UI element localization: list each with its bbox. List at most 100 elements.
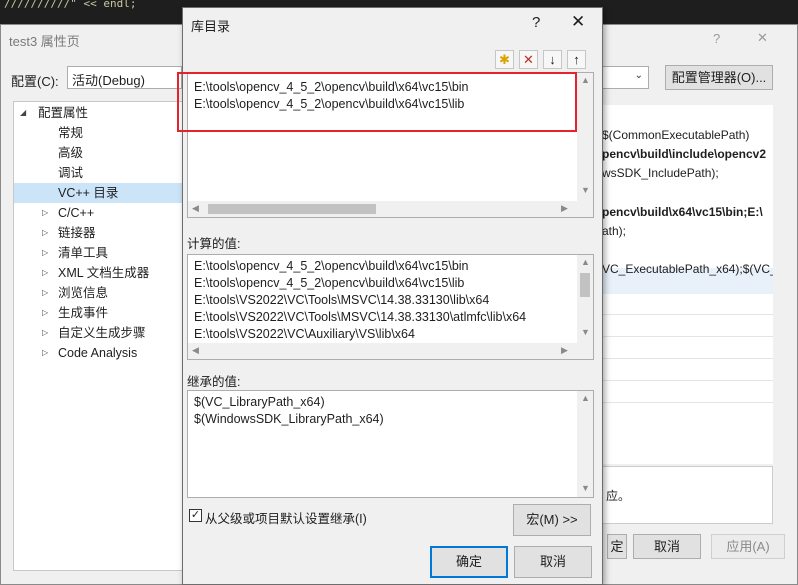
macro-button[interactable]: 宏(M) >>: [513, 504, 591, 536]
expand-arrow-icon[interactable]: ▷: [42, 343, 48, 363]
cancel-button[interactable]: 取消: [633, 534, 701, 559]
tree-item-label: 调试: [58, 166, 84, 180]
tree-item[interactable]: ▷ Code Analysis: [14, 343, 182, 363]
tree-item-label: Code Analysis: [58, 346, 138, 360]
delete-button[interactable]: ✕: [519, 50, 538, 69]
expand-arrow-icon[interactable]: ▷: [42, 323, 48, 343]
ok-button[interactable]: 确定: [430, 546, 508, 578]
highlight-box: [177, 72, 577, 132]
description-text: 应。: [606, 489, 631, 503]
config-manager-button[interactable]: 配置管理器(O)...: [665, 65, 773, 90]
vertical-scrollbar[interactable]: ▲ ▼: [577, 73, 593, 201]
inherited-line: $(WindowsSDK_LibraryPath_x64): [194, 412, 384, 426]
property-grid-empty-rows: [601, 310, 773, 464]
new-line-icon: ✱: [499, 52, 510, 67]
inherited-values-box[interactable]: $(VC_LibraryPath_x64) $(WindowsSDK_Libra…: [187, 390, 594, 498]
config-select[interactable]: 活动(Debug): [67, 66, 182, 89]
help-button[interactable]: ?: [532, 14, 540, 31]
tree-item-label: C/C++: [58, 206, 95, 220]
row-divider: [601, 402, 773, 403]
horizontal-scrollbar[interactable]: ◀ ▶: [188, 343, 593, 359]
close-button[interactable]: ✕: [757, 30, 768, 46]
tree-item-label: 高级: [58, 146, 84, 160]
tree-item[interactable]: ▷ 生成事件: [14, 303, 182, 323]
arrow-up-icon: ↑: [573, 52, 580, 67]
help-button[interactable]: ?: [713, 31, 720, 46]
code-line: //////////" << endl;: [4, 0, 137, 10]
scroll-thumb[interactable]: [208, 204, 376, 214]
tree-item-label: 链接器: [58, 226, 96, 240]
scroll-up-icon[interactable]: ▲: [581, 257, 590, 267]
computed-line: E:\tools\opencv_4_5_2\opencv\build\x64\v…: [194, 259, 469, 273]
config-label: 配置(C):: [11, 74, 59, 89]
property-grid: $(CommonExecutablePath) pencv\build\incl…: [601, 105, 773, 310]
scroll-down-icon[interactable]: ▼: [581, 185, 590, 195]
tree-item[interactable]: ▷ XML 文档生成器: [14, 263, 182, 283]
library-directories-dialog: 库目录 ? ✕ ✱ ✕ ↓ ↑ E:\tools\opencv_4_5_2\op…: [177, 7, 603, 585]
scroll-right-icon[interactable]: ▶: [561, 345, 568, 356]
tree-item-label: 清单工具: [58, 246, 109, 260]
cancel-button[interactable]: 取消: [514, 546, 592, 578]
grid-value[interactable]: pencv\build\x64\vc15\bin;E:\: [602, 205, 763, 219]
move-up-button[interactable]: ↑: [567, 50, 586, 69]
platform-select[interactable]: ⌄: [601, 66, 649, 89]
tree-item[interactable]: ▷ 自定义生成步骤: [14, 323, 182, 343]
vertical-scrollbar[interactable]: ▲ ▼: [577, 255, 593, 343]
tree-item[interactable]: 调试: [14, 163, 182, 183]
expand-arrow-icon[interactable]: ▷: [42, 223, 48, 243]
tree-item[interactable]: ▷ 清单工具: [14, 243, 182, 263]
tree-item-selected[interactable]: VC++ 目录: [14, 183, 182, 203]
expand-arrow-icon[interactable]: ▷: [42, 283, 48, 303]
description-panel: 应。: [601, 466, 773, 524]
row-divider: [601, 380, 773, 381]
computed-values-label: 计算的值:: [187, 237, 241, 251]
scroll-left-icon[interactable]: ◀: [192, 345, 199, 356]
expand-arrow-icon[interactable]: ▷: [42, 263, 48, 283]
close-button[interactable]: ✕: [571, 12, 585, 32]
inherited-line: $(VC_LibraryPath_x64): [194, 395, 325, 409]
computed-line: E:\tools\VS2022\VC\Tools\MSVC\14.38.3313…: [194, 310, 527, 324]
tree-item[interactable]: 高级: [14, 143, 182, 163]
scroll-down-icon[interactable]: ▼: [581, 483, 590, 493]
tree-item[interactable]: 常规: [14, 123, 182, 143]
grid-value[interactable]: pencv\build\include\opencv2: [602, 147, 766, 161]
grid-value[interactable]: $(CommonExecutablePath): [602, 128, 749, 142]
tree-item-label: 常规: [58, 126, 84, 140]
computed-line: E:\tools\VS2022\VC\Tools\MSVC\14.38.3313…: [194, 293, 490, 307]
tree-item[interactable]: ▷ C/C++: [14, 203, 182, 223]
tree-item[interactable]: ▷ 浏览信息: [14, 283, 182, 303]
scroll-down-icon[interactable]: ▼: [581, 327, 590, 337]
tree-item-label: 自定义生成步骤: [58, 326, 146, 340]
ok-button[interactable]: 定: [607, 534, 627, 559]
scroll-right-icon[interactable]: ▶: [561, 203, 568, 214]
scroll-left-icon[interactable]: ◀: [192, 203, 199, 214]
tree-item[interactable]: ◢ 配置属性: [14, 103, 182, 123]
expand-arrow-icon[interactable]: ▷: [42, 243, 48, 263]
dialog-title: 库目录: [191, 19, 231, 34]
move-down-button[interactable]: ↓: [543, 50, 562, 69]
tree-item-label: XML 文档生成器: [58, 266, 150, 280]
new-line-button[interactable]: ✱: [495, 50, 514, 69]
inherit-checkbox[interactable]: ✓: [189, 509, 202, 522]
property-tree: ◢ 配置属性 常规 高级 调试 VC++ 目录 ▷ C/C++ ▷ 链接器 ▷ …: [13, 101, 183, 571]
row-divider: [601, 336, 773, 337]
horizontal-scrollbar[interactable]: ◀ ▶: [188, 201, 593, 217]
window-title: test3 属性页: [9, 34, 80, 49]
scroll-up-icon[interactable]: ▲: [581, 393, 590, 403]
computed-values-box[interactable]: E:\tools\opencv_4_5_2\opencv\build\x64\v…: [187, 254, 594, 360]
inherit-checkbox-label[interactable]: 从父级或项目默认设置继承(I): [205, 508, 367, 527]
grid-value[interactable]: ath);: [602, 224, 626, 238]
vertical-scrollbar[interactable]: ▲ ▼: [577, 391, 593, 497]
scroll-up-icon[interactable]: ▲: [581, 75, 590, 85]
tree-item[interactable]: ▷ 链接器: [14, 223, 182, 243]
scroll-thumb[interactable]: [580, 273, 590, 297]
computed-line: E:\tools\VS2022\VC\Auxiliary\VS\lib\x64: [194, 327, 415, 341]
expand-arrow-icon: ◢: [20, 108, 27, 117]
expand-arrow-icon[interactable]: ▷: [42, 303, 48, 323]
computed-line: E:\tools\opencv_4_5_2\opencv\build\x64\v…: [194, 276, 465, 290]
grid-value[interactable]: VC_ExecutablePath_x64);$(VC_I: [602, 262, 773, 276]
inherited-values-label: 继承的值:: [187, 375, 241, 389]
expand-arrow-icon[interactable]: ▷: [42, 203, 48, 223]
apply-button[interactable]: 应用(A): [711, 534, 785, 559]
grid-value[interactable]: wsSDK_IncludePath);: [602, 166, 719, 180]
